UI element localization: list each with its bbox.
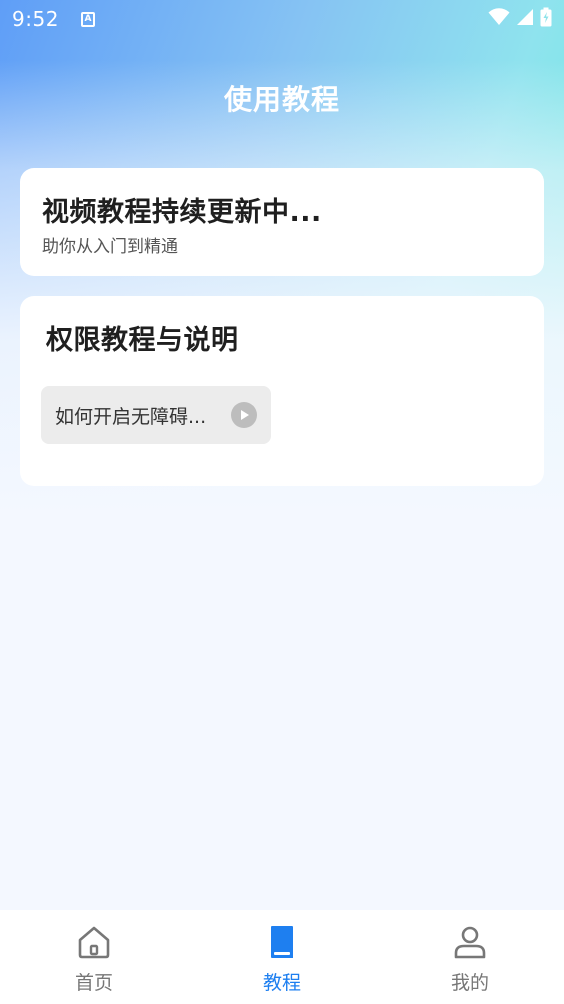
tab-home[interactable]: 首页 [0,910,188,1004]
tab-tutorial-label: 教程 [262,972,301,994]
page-title: 使用教程 [223,83,340,116]
battery-icon [540,7,552,31]
bottom-tab-bar: 首页 教程 我的 [0,910,564,1004]
tab-mine-label: 我的 [450,972,489,994]
signal-icon [516,8,534,30]
tab-mine[interactable]: 我的 [376,910,564,1004]
home-icon [74,922,114,962]
tab-tutorial[interactable]: 教程 [188,910,376,1004]
permission-card-title: 权限教程与说明 [46,325,239,356]
video-card-title: 视频教程持续更新中... [42,197,322,228]
status-time: 9:52 [12,7,59,31]
page-background [0,0,564,1004]
tab-home-label: 首页 [74,972,113,994]
wifi-icon [488,8,510,30]
book-icon [262,922,302,962]
video-tutorial-card[interactable]: 视频教程持续更新中... 助你从入门到精通 [20,168,544,276]
play-icon [231,402,257,428]
accessibility-tutorial-item[interactable]: 如何开启无障碍... [41,386,271,444]
permission-tutorial-card: 权限教程与说明 如何开启无障碍... [20,296,544,486]
tutorial-item-label: 如何开启无障碍... [55,405,207,428]
notification-a-icon: A [80,11,95,27]
status-icons [488,7,552,31]
video-card-subtitle: 助你从入门到精通 [42,237,178,257]
person-icon [450,922,490,962]
status-bar: 9:52 A [0,0,564,38]
